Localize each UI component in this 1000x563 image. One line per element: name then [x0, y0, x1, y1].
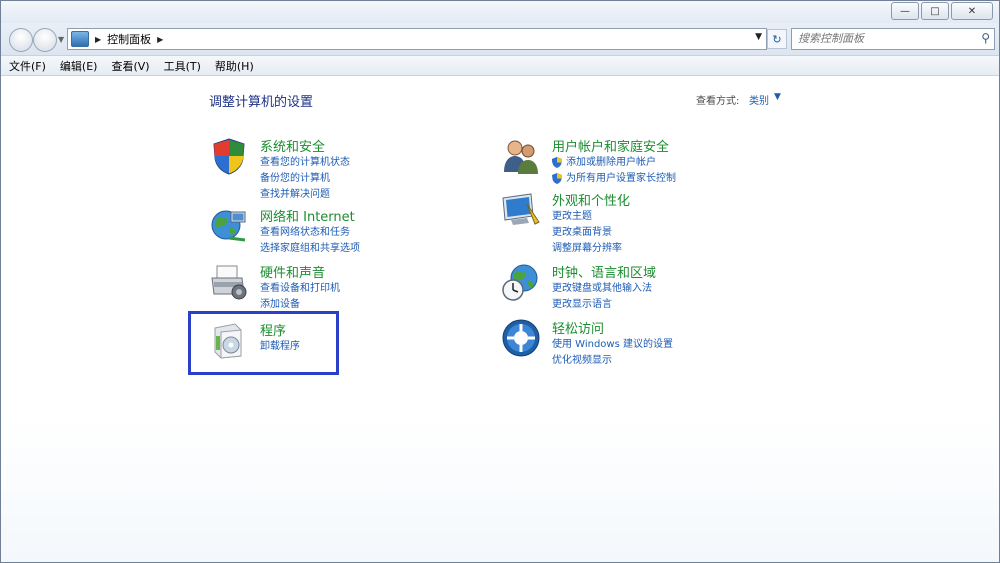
view-by-label: 查看方式: — [696, 96, 740, 107]
link-optimize-video-display[interactable]: 优化视频显示 — [552, 353, 673, 369]
view-by-dropdown-icon[interactable]: ▼ — [774, 92, 781, 102]
close-button[interactable]: ✕ — [951, 2, 993, 20]
breadcrumb-arrow-icon[interactable]: ▶ — [157, 35, 163, 44]
category-title[interactable]: 时钟、语言和区域 — [552, 262, 656, 281]
category-links: 查看网络状态和任务 选择家庭组和共享选项 — [260, 225, 360, 257]
clock-globe-icon[interactable] — [501, 262, 541, 302]
search-icon[interactable]: ⚲ — [981, 31, 990, 45]
ease-of-access-icon[interactable] — [501, 318, 541, 358]
category-links: 使用 Windows 建议的设置 优化视频显示 — [552, 337, 673, 369]
users-icon[interactable] — [501, 136, 541, 176]
category-hardware-sound: 硬件和声音 查看设备和打印机 添加设备 — [209, 262, 469, 310]
menu-file[interactable]: 文件(F) — [9, 58, 46, 74]
category-title[interactable]: 轻松访问 — [552, 318, 604, 337]
menu-view[interactable]: 查看(V) — [111, 58, 149, 74]
minimize-button[interactable]: — — [891, 2, 919, 20]
address-dropdown-icon[interactable]: ▼ — [755, 32, 762, 42]
link-view-network-status[interactable]: 查看网络状态和任务 — [260, 225, 360, 241]
link-change-theme[interactable]: 更改主题 — [552, 209, 622, 225]
link-change-display-language[interactable]: 更改显示语言 — [552, 297, 652, 313]
link-view-computer-status[interactable]: 查看您的计算机状态 — [260, 155, 350, 171]
link-parental-controls[interactable]: 为所有用户设置家长控制 — [552, 171, 676, 187]
link-find-fix-problems[interactable]: 查找并解决问题 — [260, 187, 350, 203]
window-controls: — □ ✕ — [889, 2, 993, 20]
network-globe-icon[interactable] — [209, 206, 249, 246]
refresh-button[interactable]: ↻ — [767, 29, 787, 49]
programs-highlight-box — [188, 311, 339, 375]
category-title[interactable]: 网络和 Internet — [260, 206, 355, 225]
view-by-dropdown[interactable]: 类别 — [749, 92, 769, 107]
link-backup-computer[interactable]: 备份您的计算机 — [260, 171, 350, 187]
link-windows-recommended-settings[interactable]: 使用 Windows 建议的设置 — [552, 337, 673, 353]
uac-shield-icon — [552, 172, 562, 184]
main-content: 调整计算机的设置 查看方式: 类别 ▼ 系统和安全 查看您的计算机状态 备份您的… — [1, 76, 999, 562]
category-system-security: 系统和安全 查看您的计算机状态 备份您的计算机 查找并解决问题 — [209, 136, 469, 200]
menu-help[interactable]: 帮助(H) — [215, 58, 254, 74]
category-title[interactable]: 系统和安全 — [260, 136, 325, 155]
maximize-button[interactable]: □ — [921, 2, 949, 20]
menu-edit[interactable]: 编辑(E) — [60, 58, 98, 74]
breadcrumb-control-panel[interactable]: 控制面板 — [107, 31, 151, 47]
link-change-keyboard-input[interactable]: 更改键盘或其他输入法 — [552, 281, 652, 297]
control-panel-window: — □ ✕ ▼ ▶ 控制面板 ▶ ▼ ↻ ⚲ 文件(F) 编辑(E) 查看(V)… — [0, 0, 1000, 563]
appearance-monitor-icon[interactable] — [501, 190, 541, 230]
category-links: 查看设备和打印机 添加设备 — [260, 281, 340, 313]
category-network-internet: 网络和 Internet 查看网络状态和任务 选择家庭组和共享选项 — [209, 206, 469, 254]
address-bar[interactable]: ▶ 控制面板 ▶ ▼ — [67, 28, 767, 50]
category-clock-language-region: 时钟、语言和区域 更改键盘或其他输入法 更改显示语言 — [501, 262, 761, 310]
category-links: 查看您的计算机状态 备份您的计算机 查找并解决问题 — [260, 155, 350, 202]
system-security-shield-icon[interactable] — [209, 136, 249, 176]
control-panel-icon — [71, 31, 89, 47]
category-user-accounts: 用户帐户和家庭安全 添加或删除用户帐户 为所有用户设置家长控制 — [501, 136, 761, 184]
recent-pages-dropdown-icon[interactable]: ▼ — [58, 35, 66, 44]
category-links: 添加或删除用户帐户 为所有用户设置家长控制 — [552, 155, 676, 187]
forward-button[interactable] — [33, 28, 57, 52]
breadcrumb-arrow-icon[interactable]: ▶ — [95, 35, 101, 44]
menu-tools[interactable]: 工具(T) — [164, 58, 201, 74]
category-title[interactable]: 用户帐户和家庭安全 — [552, 136, 669, 155]
link-change-desktop-background[interactable]: 更改桌面背景 — [552, 225, 622, 241]
navigation-bar: ▼ ▶ 控制面板 ▶ ▼ ↻ ⚲ — [1, 23, 999, 56]
link-homegroup-sharing[interactable]: 选择家庭组和共享选项 — [260, 241, 360, 257]
refresh-icon: ↻ — [772, 32, 782, 46]
link-adjust-resolution[interactable]: 调整屏幕分辨率 — [552, 241, 622, 257]
page-title: 调整计算机的设置 — [209, 95, 314, 110]
search-box: ⚲ — [791, 28, 995, 50]
printer-icon[interactable] — [209, 262, 249, 302]
category-appearance: 外观和个性化 更改主题 更改桌面背景 调整屏幕分辨率 — [501, 190, 761, 254]
category-links: 更改主题 更改桌面背景 调整屏幕分辨率 — [552, 209, 622, 256]
link-text[interactable]: 为所有用户设置家长控制 — [566, 173, 676, 184]
uac-shield-icon — [552, 157, 562, 168]
search-input[interactable] — [792, 29, 968, 47]
link-devices-printers[interactable]: 查看设备和打印机 — [260, 281, 340, 297]
category-links: 更改键盘或其他输入法 更改显示语言 — [552, 281, 652, 313]
link-text[interactable]: 添加或删除用户帐户 — [566, 157, 656, 168]
category-title[interactable]: 外观和个性化 — [552, 190, 630, 209]
menu-bar: 文件(F) 编辑(E) 查看(V) 工具(T) 帮助(H) — [1, 56, 999, 76]
category-ease-of-access: 轻松访问 使用 Windows 建议的设置 优化视频显示 — [501, 318, 761, 366]
title-bar: — □ ✕ — [1, 1, 999, 23]
back-button[interactable] — [9, 28, 33, 52]
category-title[interactable]: 硬件和声音 — [260, 262, 325, 281]
link-add-remove-accounts[interactable]: 添加或删除用户帐户 — [552, 155, 676, 171]
